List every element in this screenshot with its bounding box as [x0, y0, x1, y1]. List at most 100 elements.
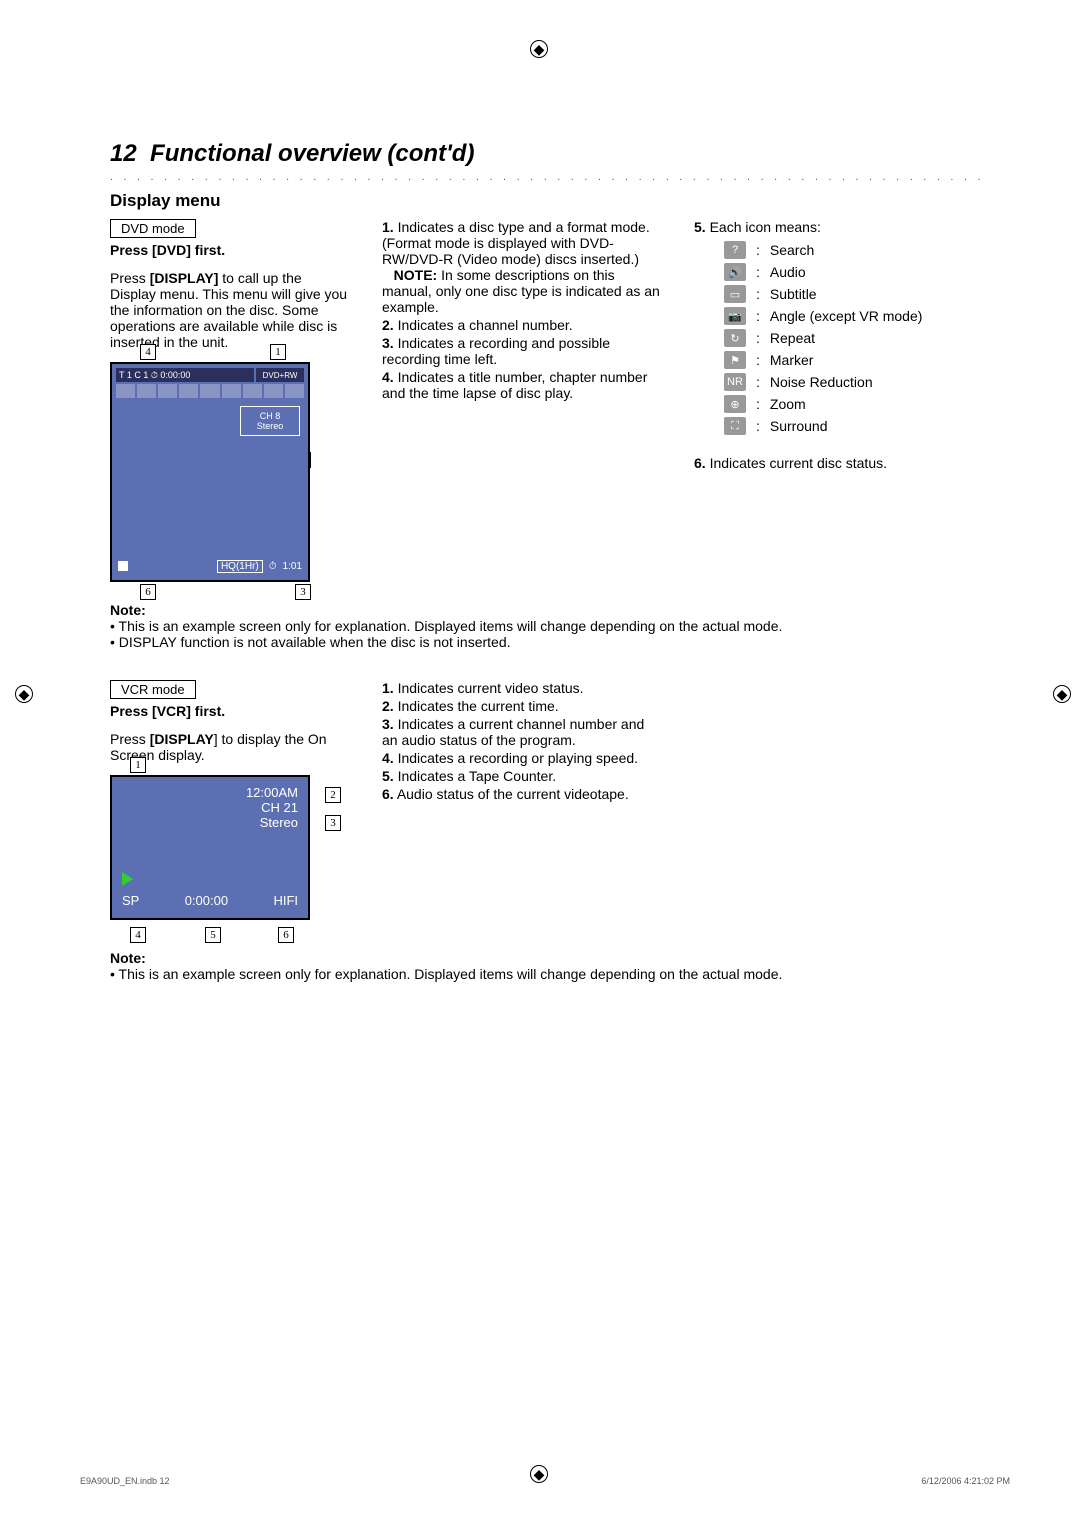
dvd-preview-iconrow [116, 384, 304, 398]
section-heading: Display menu [110, 191, 980, 211]
crop-mark [0, 183, 45, 184]
registration-mark-icon: ◆ [530, 40, 548, 58]
dvd-icon-legend: ? : Search 🔊 : Audio ▭ : Subtitle 📷 : An… [724, 241, 974, 435]
icon-label: Angle (except VR mode) [770, 308, 923, 324]
dvd-preview-ch: CH 8 [260, 411, 281, 421]
icon-label: Repeat [770, 330, 815, 346]
title-text: Functional overview (cont'd) [150, 140, 474, 167]
dvd-preview-topbar: T 1 C 1 ⏱ 0:00:00 [116, 368, 254, 382]
li-num: 1. [382, 680, 394, 696]
li-num: 2. [382, 317, 394, 333]
crop-mark [0, 45, 45, 46]
dvd-mode-badge: DVD mode [110, 219, 196, 238]
li-text: Indicates a disc type and a format mode.… [382, 219, 650, 267]
li-num: 5. [382, 768, 394, 784]
crop-mark [0, 46, 1, 91]
note-item: This is an example screen only for expla… [110, 966, 980, 982]
vcr-preview-right: 12:00AM CH 21 Stereo [246, 785, 298, 830]
vcr-note-list: This is an example screen only for expla… [110, 966, 980, 982]
registration-mark-icon: ◆ [1053, 685, 1071, 703]
callout-6: 6 [278, 927, 294, 943]
footer-filename: E9A90UD_EN.indb 12 [80, 1476, 170, 1486]
subtitle-icon: ▭ [724, 285, 746, 303]
callout-6: 6 [140, 584, 156, 600]
callout-4: 4 [130, 927, 146, 943]
callout-2: 2 [325, 787, 341, 803]
callout-3: 3 [295, 584, 311, 600]
callout-5: 5 [205, 927, 221, 943]
registration-mark-icon: ◆ [15, 685, 33, 703]
li-text: Indicates a Tape Counter. [398, 768, 557, 784]
dvd-preview-quality: HQ(1Hr) [217, 560, 263, 573]
dvd-note-list: This is an example screen only for expla… [110, 618, 980, 650]
marker-icon: ⚑ [724, 351, 746, 369]
vcr-preview-hifi: HIFI [273, 893, 298, 908]
li-num: 4. [382, 750, 394, 766]
page-title: 12 Functional overview (cont'd) [110, 140, 980, 168]
icon-label: Marker [770, 352, 814, 368]
crop-mark [0, 137, 45, 138]
li-text: Indicates a recording or playing speed. [398, 750, 638, 766]
icon-label: Noise Reduction [770, 374, 873, 390]
callout-1: 1 [130, 757, 146, 773]
dvd-note-heading: Note: [110, 602, 980, 618]
footer-timestamp: 6/12/2006 4:21:02 PM [921, 1476, 1010, 1486]
li-num: 3. [382, 716, 394, 732]
li-num: 4. [382, 369, 394, 385]
crop-mark [0, 92, 1, 137]
li-text: Indicates a current channel number and a… [382, 716, 644, 748]
vcr-preview-stereo: Stereo [246, 815, 298, 830]
icon-label: Zoom [770, 396, 806, 412]
li-num: 2. [382, 698, 394, 714]
page-footer: E9A90UD_EN.indb 12 6/12/2006 4:21:02 PM [80, 1476, 1010, 1486]
note-item: DISPLAY function is not available when t… [110, 634, 980, 650]
search-icon: ? [724, 241, 746, 259]
stop-icon [118, 561, 128, 571]
dvd-numbered-list: 1. Indicates a disc type and a format mo… [382, 219, 662, 401]
callout-4: 4 [140, 344, 156, 360]
vcr-preview-ch: CH 21 [246, 800, 298, 815]
vcr-numbered-list: 1. Indicates current video status. 2. In… [382, 680, 662, 802]
dvd-press-first: Press [DVD] first. [110, 242, 225, 258]
li-num: 6. [694, 455, 706, 471]
audio-icon: 🔊 [724, 263, 746, 281]
crop-mark [0, 138, 1, 183]
li-text: Indicates current disc status. [710, 455, 887, 471]
divider-dots: . . . . . . . . . . . . . . . . . . . . … [110, 172, 980, 183]
callout-3: 3 [325, 815, 341, 831]
crop-mark [0, 91, 45, 92]
angle-icon: 📷 [724, 307, 746, 325]
icon-label: Search [770, 242, 814, 258]
vcr-preview-speed: SP [122, 893, 139, 908]
vcr-display-preview: 12:00AM CH 21 Stereo SP 0:00:00 HIFI [110, 775, 310, 920]
play-icon [122, 872, 133, 886]
vcr-preview-counter: 0:00:00 [185, 893, 228, 908]
li-text: Indicates a recording and possible recor… [382, 335, 610, 367]
li-num: 1. [382, 219, 394, 235]
icon-label: Subtitle [770, 286, 817, 302]
dvd-display-preview: T 1 C 1 ⏱ 0:00:00 DVD+RW CH 8 Stereo HQ(… [110, 362, 310, 582]
dvd-preview-channel: CH 8 Stereo [240, 406, 300, 436]
li-text: Indicates a channel number. [398, 317, 573, 333]
li-num: 5. [694, 219, 706, 235]
dvd-preview-bottom: HQ(1Hr) ⏱ 1:01 [118, 558, 302, 574]
li-text: Indicates the current time. [398, 698, 559, 714]
li-text: Indicates a title number, chapter number… [382, 369, 647, 401]
dvd-preview-stereo: Stereo [257, 421, 284, 431]
crop-mark [0, 0, 1, 45]
dvd-body-text: Press [DISPLAY] to call up the Display m… [110, 270, 350, 350]
callout-1: 1 [270, 344, 286, 360]
li-text: Audio status of the current videotape. [397, 786, 629, 802]
page-number: 12 [110, 140, 137, 167]
dvd-preview-timeleft: 1:01 [283, 561, 302, 572]
vcr-preview-bottom: SP 0:00:00 HIFI [122, 893, 298, 908]
vcr-preview-time: 12:00AM [246, 785, 298, 800]
note-item: This is an example screen only for expla… [110, 618, 980, 634]
icon-intro: Each icon means: [710, 219, 821, 235]
li-text: Indicates current video status. [398, 680, 584, 696]
vcr-note-heading: Note: [110, 950, 980, 966]
note-label: NOTE: [394, 267, 438, 283]
repeat-icon: ↻ [724, 329, 746, 347]
vcr-body-text: Press [DISPLAY] to display the On Screen… [110, 731, 350, 763]
vcr-press-first: Press [VCR] first. [110, 703, 225, 719]
